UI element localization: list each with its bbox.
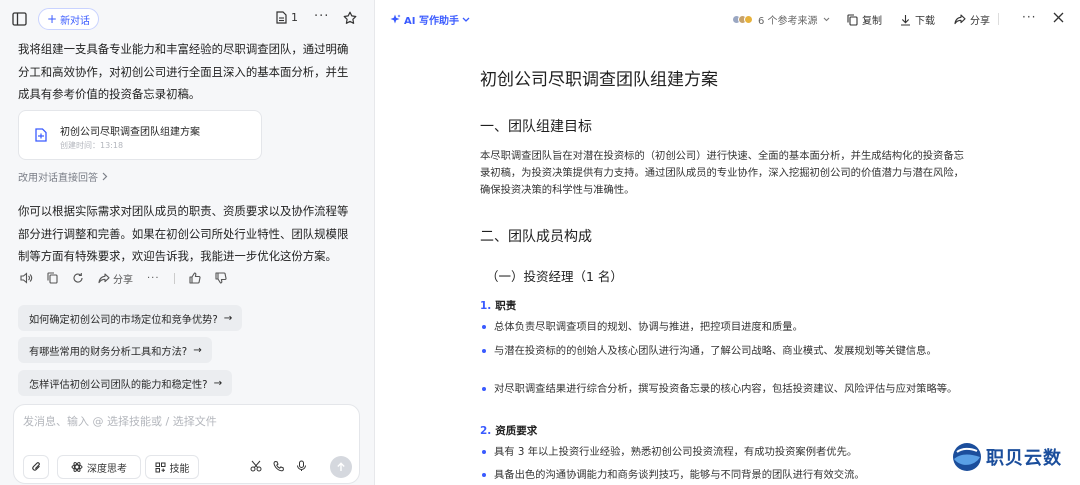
copy-icon — [847, 13, 858, 26]
share-icon — [98, 272, 110, 284]
subsection-heading: （一）投资经理（1 名） — [486, 269, 623, 284]
sparkle-icon — [390, 14, 401, 25]
share-label: 分享 — [113, 274, 133, 286]
bullet-item: 具备出色的沟通协调能力和商务谈判技巧，能够与不同背景的团队进行有效交流。 — [480, 467, 975, 484]
arrow-up-icon — [337, 462, 345, 471]
download-button[interactable]: 下载 — [900, 12, 935, 27]
doc-file-icon — [35, 128, 47, 142]
chat-panel: + 新对话 1 ··· 我将组建一支具备专业能力和丰富经验的尽职调查团队，通过明… — [0, 0, 375, 485]
copy-icon[interactable] — [47, 272, 58, 284]
document-card-title: 初创公司尽职调查团队组建方案 — [60, 127, 200, 138]
numbered-heading-label: 职责 — [495, 300, 517, 312]
grid-icon — [155, 462, 166, 473]
document-card-time: 创建时间：13:18 — [60, 141, 124, 150]
chevron-down-icon — [462, 17, 470, 23]
sources-button[interactable]: 6 个参考来源 — [732, 12, 830, 27]
thumbs-down-icon[interactable] — [214, 272, 227, 284]
list-number: 2. — [480, 425, 492, 437]
copy-button[interactable]: 复制 — [847, 12, 882, 27]
share-icon — [954, 14, 966, 25]
document-icon — [276, 11, 287, 24]
more-options-icon[interactable]: ··· — [1022, 10, 1036, 24]
share-message-button[interactable]: 分享 — [98, 271, 133, 286]
sidebar-toggle-icon[interactable] — [11, 11, 27, 27]
download-icon — [900, 14, 911, 26]
share-label: 分享 — [970, 16, 990, 27]
bullet-item: 与潜在投资标的的创始人及核心团队进行沟通，了解公司战略、商业模式、发展规划等关键… — [480, 343, 975, 360]
toolbar-divider — [998, 13, 999, 25]
document-card[interactable]: 初创公司尽职调查团队组建方案 创建时间：13:18 — [18, 110, 262, 160]
arrow-right-icon: → — [213, 377, 223, 389]
scissors-icon[interactable] — [250, 460, 262, 472]
phone-icon[interactable] — [273, 460, 285, 472]
suggestion-label: 有哪些常用的财务分析工具和方法? — [29, 346, 188, 358]
thumbs-up-icon[interactable] — [188, 272, 201, 284]
source-avatars — [732, 15, 753, 24]
atom-icon — [71, 461, 83, 473]
document-panel: AI 写作助手 6 个参考来源 复制 下载 分享 ··· 初创公司尽职调查团队组… — [376, 0, 1080, 485]
download-label: 下载 — [915, 16, 935, 27]
microphone-icon[interactable] — [296, 460, 307, 472]
suggestion-chip[interactable]: 如何确定初创公司的市场定位和竞争优势? → — [18, 305, 243, 331]
section-paragraph: 本尽职调查团队旨在对潜在投资标的（初创公司）进行快速、全面的基本面分析，并生成结… — [480, 150, 964, 196]
plus-icon: + — [47, 12, 58, 26]
bullet-item: 对尽职调查结果进行综合分析，撰写投资备忘录的核心内容，包括投资建议、风险评估与应… — [480, 381, 975, 398]
skill-button[interactable]: 技能 — [145, 455, 199, 479]
numbered-heading-label: 资质要求 — [495, 425, 538, 437]
paperclip-icon — [31, 461, 42, 473]
new-chat-label: 新对话 — [60, 15, 91, 27]
attach-button[interactable] — [23, 455, 49, 479]
suggestion-label: 怎样评估初创公司团队的能力和稳定性? — [29, 379, 208, 391]
section-heading: 一、团队组建目标 — [480, 119, 592, 135]
document-count-button[interactable]: 1 — [276, 11, 298, 24]
document-title: 初创公司尽职调查团队组建方案 — [480, 70, 718, 90]
regenerate-icon[interactable] — [72, 272, 84, 284]
numbered-heading: 1. 职责 — [480, 298, 516, 313]
chevron-down-icon — [823, 17, 830, 22]
arrow-right-icon: → — [223, 312, 233, 324]
speaker-icon[interactable] — [20, 272, 33, 284]
switch-to-chat-link[interactable]: 改用对话直接回答 — [18, 169, 108, 184]
chevron-right-icon — [102, 172, 108, 181]
suggestion-chip[interactable]: 有哪些常用的财务分析工具和方法? → — [18, 337, 212, 363]
document-count: 1 — [291, 11, 298, 24]
assistant-message-intro: 我将组建一支具备专业能力和丰富经验的尽职调查团队，通过明确分工和高效协作，对初创… — [18, 42, 349, 101]
list-number: 1. — [480, 300, 492, 312]
numbered-heading: 2. 资质要求 — [480, 423, 537, 438]
divider — [173, 272, 175, 284]
watermark-logo-icon — [951, 441, 983, 473]
more-options-icon[interactable]: ··· — [314, 9, 329, 24]
message-composer: 深度思考 技能 — [13, 404, 360, 484]
copy-label: 复制 — [862, 16, 882, 27]
ai-writer-dropdown[interactable]: AI 写作助手 — [390, 12, 470, 27]
bullet-item: 总体负责尽职调查项目的规划、协调与推进，把控项目进度和质量。 — [480, 319, 975, 336]
message-input[interactable] — [23, 415, 343, 428]
deep-think-label: 深度思考 — [87, 463, 127, 475]
more-actions-icon[interactable]: ··· — [147, 273, 160, 284]
suggestion-label: 如何确定初创公司的市场定位和竞争优势? — [29, 314, 218, 326]
star-icon[interactable] — [343, 11, 357, 25]
share-button[interactable]: 分享 — [954, 12, 990, 27]
suggestion-chip[interactable]: 怎样评估初创公司团队的能力和稳定性? → — [18, 370, 233, 396]
send-button[interactable] — [330, 456, 352, 478]
deep-think-button[interactable]: 深度思考 — [57, 455, 141, 479]
close-icon[interactable] — [1053, 12, 1064, 23]
sources-label: 6 个参考来源 — [758, 16, 818, 27]
message-actions: 分享 ··· — [20, 270, 241, 286]
arrow-right-icon: → — [193, 344, 202, 356]
skill-label: 技能 — [169, 463, 190, 475]
bullet-item: 具有 3 年以上投资行业经验，熟悉初创公司投资流程，有成功投资案例者优先。 — [480, 444, 975, 461]
chat-header: + 新对话 1 ··· — [0, 0, 375, 38]
section-heading: 二、团队成员构成 — [480, 229, 592, 245]
watermark-text: 职贝云数 — [986, 448, 1062, 469]
new-chat-button[interactable]: + 新对话 — [38, 8, 100, 30]
ai-writer-label: AI 写作助手 — [404, 16, 459, 27]
switch-link-label: 改用对话直接回答 — [18, 173, 98, 184]
assistant-message-followup: 你可以根据实际需求对团队成员的职责、资质要求以及协作流程等部分进行调整和完善。如… — [18, 204, 349, 263]
watermark: 职贝云数 — [951, 441, 1062, 473]
source-avatar — [744, 15, 753, 24]
